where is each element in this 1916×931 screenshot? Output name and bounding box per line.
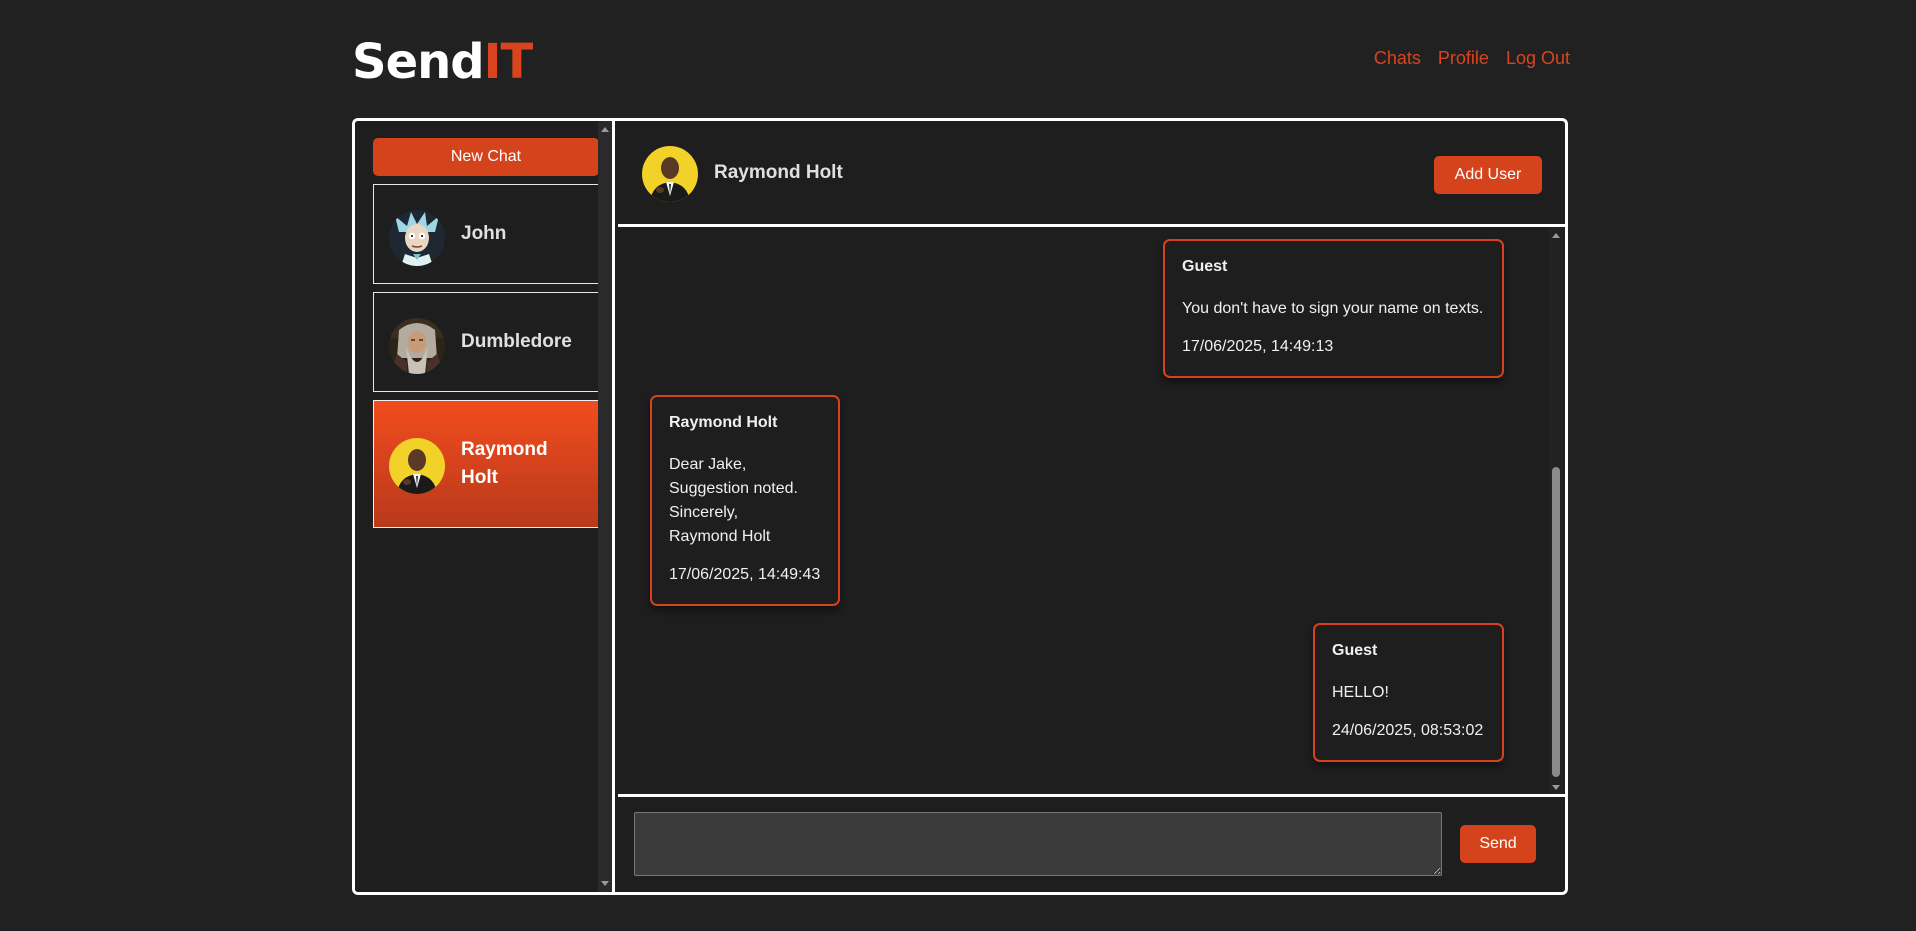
raymond-holt-avatar-icon: [389, 438, 445, 494]
message-text: You don't have to sign your name on text…: [1182, 300, 1484, 317]
scroll-up-icon[interactable]: [601, 127, 609, 132]
scrollbar-thumb[interactable]: [1552, 467, 1560, 777]
top-header: SendIT Chats Profile Log Out: [352, 32, 1570, 92]
send-button[interactable]: Send: [1460, 825, 1536, 863]
chat-header: Raymond Holt Add User: [618, 121, 1565, 227]
chat-list-item-raymond-holt[interactable]: Raymond Holt: [373, 400, 599, 528]
contact-name: Dumbledore: [461, 331, 572, 352]
message-text: HELLO!: [1332, 684, 1389, 701]
dumbledore-avatar-icon: [389, 318, 445, 374]
add-user-button[interactable]: Add User: [1434, 156, 1542, 194]
nav-profile-link[interactable]: Profile: [1438, 48, 1489, 69]
chat-list-item-john[interactable]: John: [373, 184, 599, 284]
message-timestamp: 17/06/2025, 14:49:43: [669, 566, 821, 583]
message-timestamp: 24/06/2025, 08:53:02: [1332, 722, 1484, 739]
logo-primary: Send: [352, 34, 485, 90]
raymond-holt-avatar-icon: [642, 146, 698, 202]
chat-app-panel: New Chat John Dumbledore Raymond Holt Ra…: [352, 118, 1568, 895]
chat-title: Raymond Holt: [714, 162, 843, 183]
message-bubble-incoming: Raymond Holt Dear Jake, Suggestion noted…: [650, 395, 840, 606]
app-logo[interactable]: SendIT: [352, 32, 534, 92]
scroll-up-icon[interactable]: [1552, 233, 1560, 238]
chat-main: Raymond Holt Add User Guest You don't ha…: [618, 121, 1565, 892]
contact-name: John: [461, 223, 507, 244]
scroll-down-icon[interactable]: [1552, 785, 1560, 790]
message-sender: Guest: [1332, 642, 1378, 659]
message-text: Dear Jake, Suggestion noted. Sincerely, …: [669, 456, 798, 545]
message-composer: Send: [618, 794, 1565, 892]
messages-scrollbar[interactable]: [1549, 227, 1563, 794]
message-list[interactable]: Guest You don't have to sign your name o…: [618, 227, 1565, 794]
top-nav: Chats Profile Log Out: [1374, 48, 1570, 69]
nav-chats-link[interactable]: Chats: [1374, 48, 1421, 69]
scroll-down-icon[interactable]: [601, 881, 609, 886]
chat-list-item-dumbledore[interactable]: Dumbledore: [373, 292, 599, 392]
message-bubble-outgoing: Guest HELLO! 24/06/2025, 08:53:02: [1313, 623, 1504, 762]
logo-accent: IT: [483, 34, 534, 90]
message-input[interactable]: [634, 812, 1442, 876]
message-bubble-outgoing: Guest You don't have to sign your name o…: [1163, 239, 1504, 378]
sidebar-scrollbar[interactable]: [598, 121, 612, 892]
contact-name: Raymond Holt: [461, 439, 548, 488]
message-timestamp: 17/06/2025, 14:49:13: [1182, 338, 1334, 355]
rick-avatar-icon: [389, 210, 445, 266]
message-sender: Guest: [1182, 258, 1228, 275]
chat-list-sidebar: New Chat John Dumbledore Raymond Holt: [355, 121, 615, 892]
new-chat-button[interactable]: New Chat: [373, 138, 599, 176]
nav-logout-link[interactable]: Log Out: [1506, 48, 1570, 69]
message-sender: Raymond Holt: [669, 414, 778, 431]
